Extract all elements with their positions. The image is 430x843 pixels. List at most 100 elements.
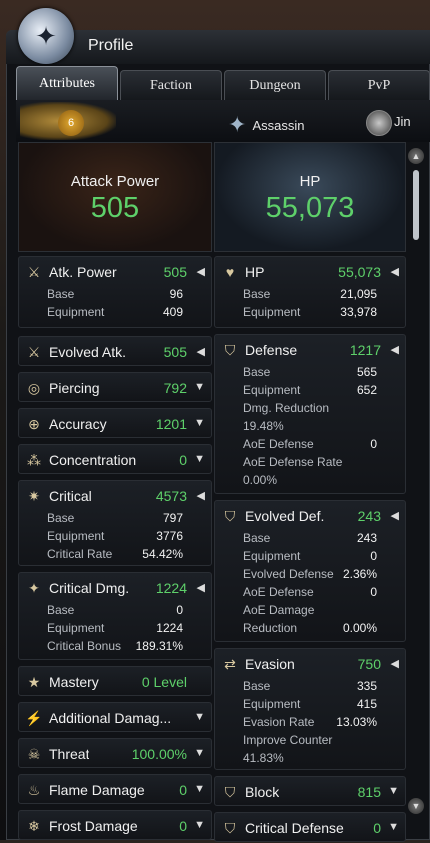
collapse-arrow-icon[interactable]: ◀ xyxy=(197,265,205,278)
heart-icon: ♥ xyxy=(225,264,235,280)
stat-value: 4573 xyxy=(155,488,187,504)
stat-card-critical-defense[interactable]: ⛉ Critical Defense 0 ▼ xyxy=(214,812,406,842)
stat-card-evolved-def[interactable]: ⛉ Evolved Def. 243 ◀ Base 243 Equipment 0 Evolve… xyxy=(214,500,406,642)
stat-header[interactable]: ♥ HP 55,073 ◀ xyxy=(215,257,405,287)
detail-value: 1224 xyxy=(156,621,183,635)
stat-header[interactable]: ⛉ Critical Defense 0 ▼ xyxy=(215,813,405,843)
stat-header[interactable]: ✦ Critical Dmg. 1224 ◀ xyxy=(19,573,211,603)
stat-card-critical[interactable]: ✷ Critical 4573 ◀ Base 797 Equipment 3776 Critic… xyxy=(18,480,212,566)
expand-arrow-icon[interactable]: ▼ xyxy=(194,819,205,831)
stat-header[interactable]: ⁂ Concentration 0 ▼ xyxy=(19,445,211,475)
stat-header[interactable]: ❄ Frost Damage 0 ▼ xyxy=(19,811,211,841)
stat-header[interactable]: ⊕ Accuracy 1201 ▼ xyxy=(19,409,211,439)
stat-header[interactable]: ⛉ Block 815 ▼ xyxy=(215,777,405,807)
expand-arrow-icon[interactable]: ▼ xyxy=(388,821,399,833)
detail-label: Base xyxy=(47,511,75,525)
concentration-icon: ⁂ xyxy=(27,451,41,468)
stat-detail-row: Equipment 652 xyxy=(243,383,405,401)
scroll-down-icon[interactable]: ▼ xyxy=(408,798,424,814)
stat-header[interactable]: ⇄ Evasion 750 ◀ xyxy=(215,649,405,679)
critical-defense-icon: ⛉ xyxy=(224,819,236,836)
scroll-up-icon[interactable]: ▲ xyxy=(408,148,424,164)
stat-detail-row: Critical Rate 54.42% xyxy=(47,547,211,565)
expand-arrow-icon[interactable]: ▼ xyxy=(388,785,399,797)
stat-name: Evasion xyxy=(245,656,295,672)
tab-dungeon[interactable]: Dungeon xyxy=(224,70,326,100)
detail-label: Base xyxy=(243,679,271,693)
scroll-thumb[interactable] xyxy=(413,170,419,240)
expand-arrow-icon[interactable]: ▼ xyxy=(194,783,205,795)
stat-header[interactable]: ⚡ Additional Damag... ▼ xyxy=(19,703,211,733)
detail-label: Critical Rate xyxy=(47,547,113,561)
tab-pvp[interactable]: PvP xyxy=(328,70,430,100)
stat-card-threat[interactable]: ☠ Threat 100.00% ▼ xyxy=(18,738,212,768)
attack-power-label: Attack Power xyxy=(70,173,160,190)
stat-detail-row: Equipment 0 xyxy=(243,549,405,567)
detail-value: 797 xyxy=(162,511,183,525)
stat-detail-row: Improve Counter xyxy=(243,733,405,751)
stat-details: Base 797 Equipment 3776 Critical Rate 54.42% xyxy=(19,511,211,569)
scrollbar[interactable]: ▲ ▼ xyxy=(406,148,426,818)
collapse-arrow-icon[interactable]: ◀ xyxy=(391,265,399,278)
detail-label: AoE Damage xyxy=(243,603,315,617)
stat-header[interactable]: ⚔ Evolved Atk. 505 ◀ xyxy=(19,337,211,367)
expand-arrow-icon[interactable]: ▼ xyxy=(194,417,205,429)
stat-header[interactable]: ◎ Piercing 792 ▼ xyxy=(19,373,211,403)
stat-name: Critical xyxy=(49,488,92,504)
tab-faction[interactable]: Faction xyxy=(120,70,222,100)
expand-arrow-icon[interactable]: ▼ xyxy=(194,381,205,393)
stat-detail-row: Equipment 1224 xyxy=(47,621,211,639)
stat-detail-row: Critical Bonus 189.31% xyxy=(47,639,211,657)
stat-card-evasion[interactable]: ⇄ Evasion 750 ◀ Base 335 Equipment 415 Evasion R… xyxy=(214,648,406,770)
stat-card-hp[interactable]: ♥ HP 55,073 ◀ Base 21,095 Equipment 33,978 xyxy=(214,256,406,328)
stat-name: Frost Damage xyxy=(49,818,138,834)
detail-label: Equipment xyxy=(47,305,105,319)
detail-label: Equipment xyxy=(243,383,301,397)
flame-icon: ♨ xyxy=(27,781,41,798)
collapse-arrow-icon[interactable]: ◀ xyxy=(391,343,399,356)
tab-attributes[interactable]: Attributes xyxy=(16,66,118,100)
collapse-arrow-icon[interactable]: ◀ xyxy=(391,657,399,670)
stat-card-accuracy[interactable]: ⊕ Accuracy 1201 ▼ xyxy=(18,408,212,438)
stat-header[interactable]: ★ Mastery 0 Level xyxy=(19,667,211,697)
stat-header[interactable]: ☠ Threat 100.00% ▼ xyxy=(19,739,211,769)
stat-header[interactable]: ⛉ Defense 1217 ◀ xyxy=(215,335,405,365)
stat-value: 0 Level xyxy=(141,674,187,690)
stat-card-frost-damage[interactable]: ❄ Frost Damage 0 ▼ xyxy=(18,810,212,840)
expand-arrow-icon[interactable]: ▼ xyxy=(194,453,205,465)
collapse-arrow-icon[interactable]: ◀ xyxy=(197,581,205,594)
stat-details: Base 243 Equipment 0 Evolved Defense 2.36% AoE… xyxy=(215,531,405,643)
collapse-arrow-icon[interactable]: ◀ xyxy=(197,489,205,502)
expand-arrow-icon[interactable]: ▼ xyxy=(194,711,205,723)
stat-card-defense[interactable]: ⛉ Defense 1217 ◀ Base 565 Equipment 652 Dmg. Red… xyxy=(214,334,406,494)
stat-card-concentration[interactable]: ⁂ Concentration 0 ▼ xyxy=(18,444,212,474)
stat-card-flame-damage[interactable]: ♨ Flame Damage 0 ▼ xyxy=(18,774,212,804)
stat-card-critical-dmg[interactable]: ✦ Critical Dmg. 1224 ◀ Base 0 Equipment 1224 Cri… xyxy=(18,572,212,660)
collapse-arrow-icon[interactable]: ◀ xyxy=(197,345,205,358)
detail-value: 335 xyxy=(356,679,377,693)
stat-name: Mastery xyxy=(49,674,99,690)
detail-label: Dmg. Reduction xyxy=(243,401,330,415)
stat-details: Base 21,095 Equipment 33,978 xyxy=(215,287,405,327)
stat-header[interactable]: ⛉ Evolved Def. 243 ◀ xyxy=(215,501,405,531)
stat-card-additional-damag[interactable]: ⚡ Additional Damag... ▼ xyxy=(18,702,212,732)
stat-name: Piercing xyxy=(49,380,100,396)
stat-name: Block xyxy=(245,784,280,800)
stat-card-piercing[interactable]: ◎ Piercing 792 ▼ xyxy=(18,372,212,402)
expand-arrow-icon[interactable]: ▼ xyxy=(194,747,205,759)
stat-card-mastery[interactable]: ★ Mastery 0 Level xyxy=(18,666,212,696)
stat-header[interactable]: ✷ Critical 4573 ◀ xyxy=(19,481,211,511)
stat-header[interactable]: ♨ Flame Damage 0 ▼ xyxy=(19,775,211,805)
stat-card-block[interactable]: ⛉ Block 815 ▼ xyxy=(214,776,406,806)
stat-header[interactable]: ⚔ Atk. Power 505 ◀ xyxy=(19,257,211,287)
stat-card-evolved-atk[interactable]: ⚔ Evolved Atk. 505 ◀ xyxy=(18,336,212,366)
stat-detail-row: Base 335 xyxy=(243,679,405,697)
stat-name: Accuracy xyxy=(49,416,107,432)
attack-power-summary: Attack Power 505 xyxy=(18,142,212,252)
stat-card-atk-power[interactable]: ⚔ Atk. Power 505 ◀ Base 96 Equipment 409 xyxy=(18,256,212,328)
stat-name: Additional Damag... xyxy=(49,710,172,726)
stat-value: 0 xyxy=(179,782,187,798)
collapse-arrow-icon[interactable]: ◀ xyxy=(391,509,399,522)
assassin-class-icon: ✦ xyxy=(228,112,247,137)
stat-value: 243 xyxy=(357,508,381,524)
